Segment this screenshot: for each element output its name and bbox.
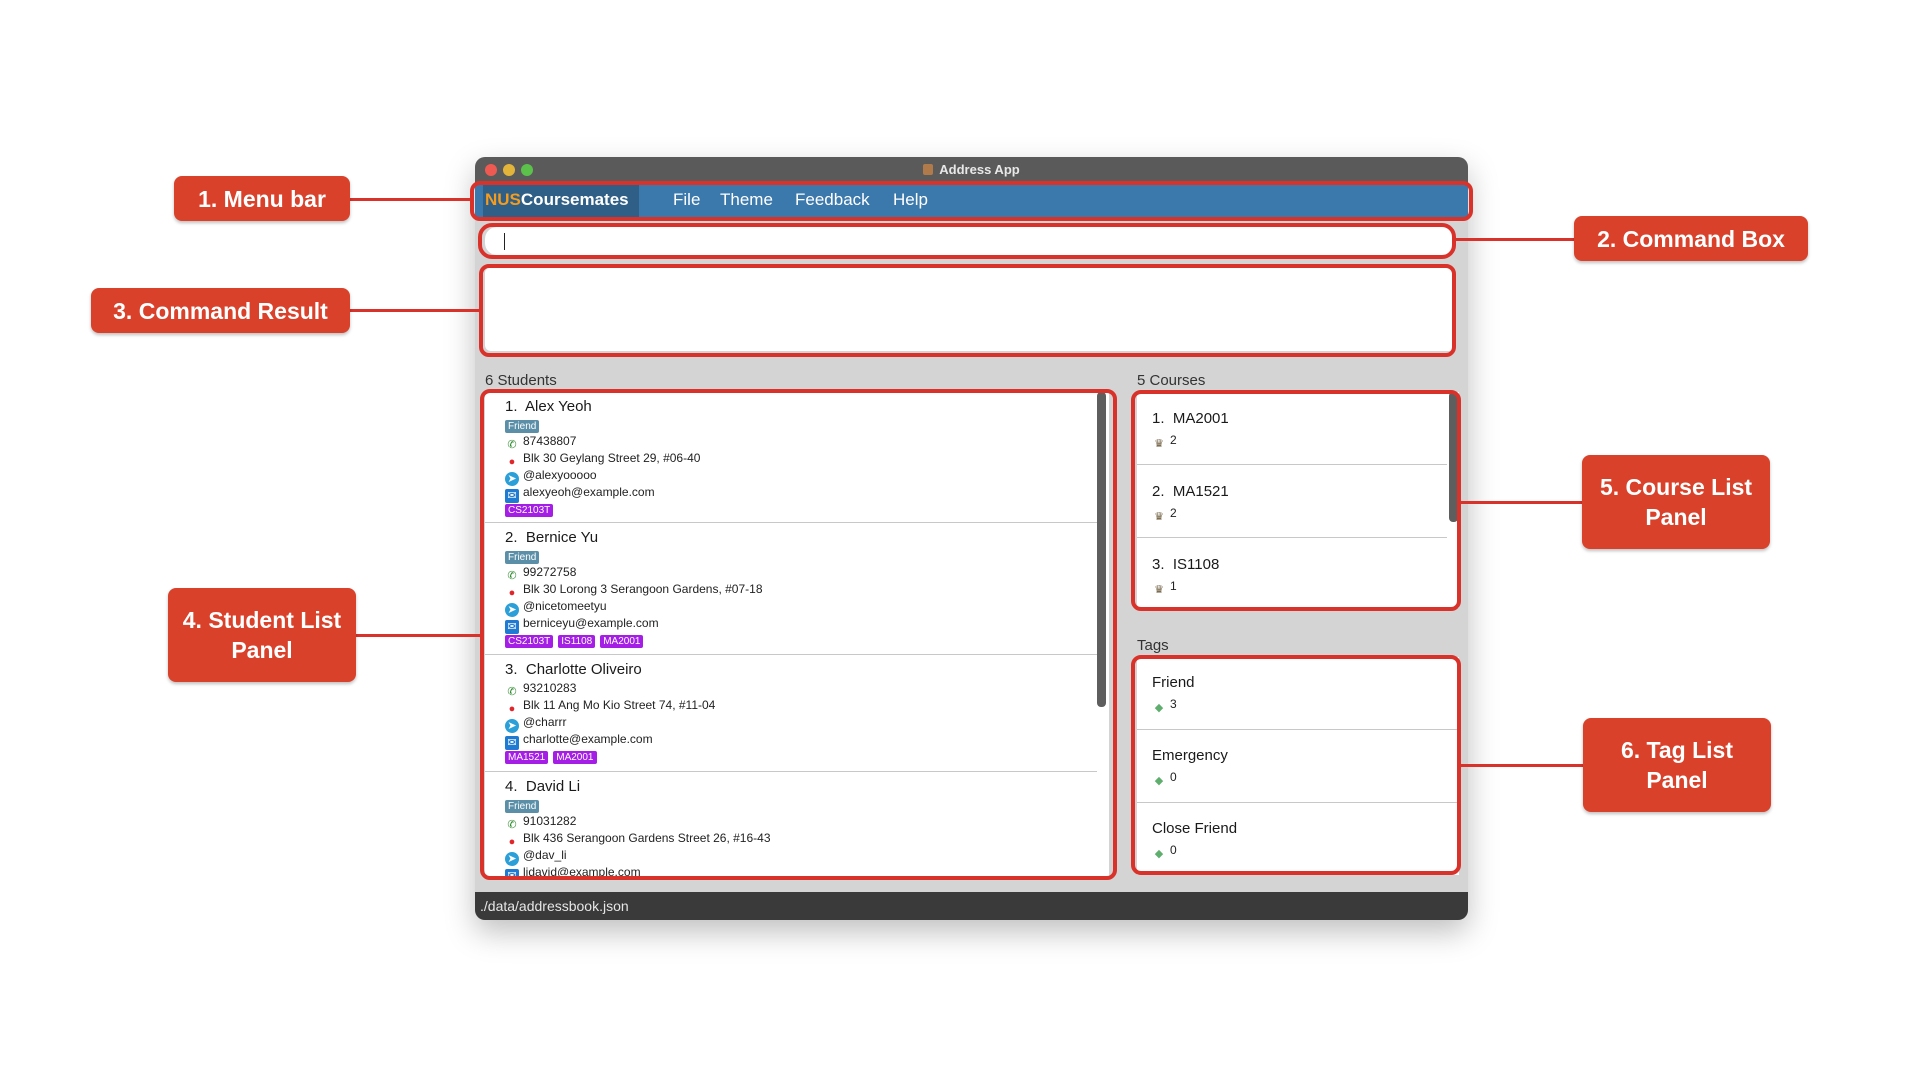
callout-menu-bar: 1. Menu bar: [174, 176, 350, 221]
app-icon: [923, 164, 934, 175]
tag-list-highlight: [1131, 655, 1461, 875]
course-list-connector: [1461, 501, 1582, 504]
command-result-highlight: [479, 264, 1456, 357]
student-list-highlight: [480, 389, 1117, 880]
window-title-text: Address App: [939, 162, 1020, 177]
command-result-connector: [350, 309, 480, 312]
status-bar: ./data/addressbook.json: [475, 892, 1468, 920]
callout-tag-list: 6. Tag List Panel: [1583, 718, 1771, 812]
command-box-connector: [1456, 238, 1574, 241]
callout-course-list: 5. Course List Panel: [1582, 455, 1770, 549]
student-list-connector: [356, 634, 480, 637]
callout-student-list: 4. Student List Panel: [168, 588, 356, 682]
callout-command-result: 3. Command Result: [91, 288, 350, 333]
command-box-highlight: [478, 223, 1456, 259]
menu-bar-highlight: [470, 181, 1473, 221]
courses-header: 5 Courses: [1137, 372, 1206, 389]
students-header: 6 Students: [485, 372, 557, 389]
title-bar: Address App: [475, 157, 1468, 183]
callout-command-box: 2. Command Box: [1574, 216, 1808, 261]
window-title: Address App: [475, 162, 1468, 177]
menu-bar-connector: [350, 198, 472, 201]
tags-header: Tags: [1137, 637, 1169, 654]
tag-list-connector: [1461, 764, 1583, 767]
course-list-highlight: [1131, 390, 1461, 611]
